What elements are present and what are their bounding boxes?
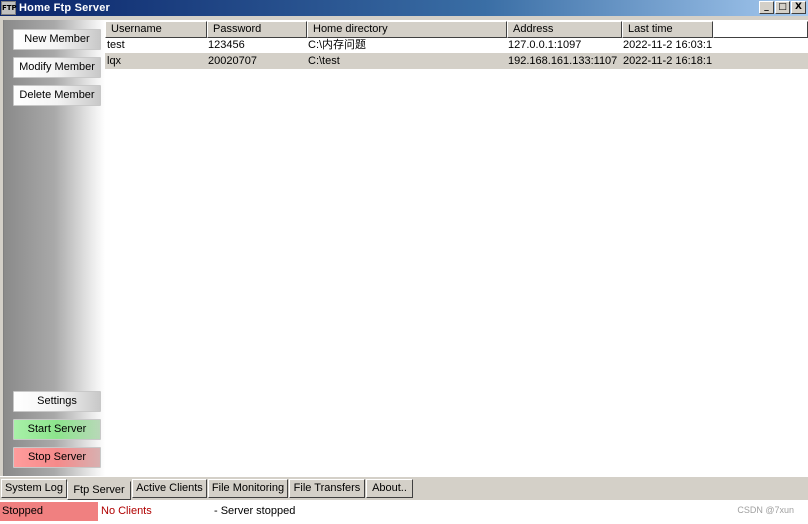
watermark: CSDN @7xun	[737, 505, 794, 515]
tab-ftp-server[interactable]: Ftp Server	[67, 481, 131, 500]
cell-last-time: 2022-11-2 16:18:1	[623, 55, 713, 67]
column-address[interactable]: Address	[507, 21, 622, 38]
cell-home-directory: C:\内存问题	[308, 39, 367, 51]
new-member-button[interactable]: New Member	[13, 29, 101, 50]
column-home-directory[interactable]: Home directory	[307, 21, 507, 38]
close-button[interactable]: X	[791, 1, 806, 14]
cell-password: 123456	[208, 39, 245, 51]
table-row[interactable]: test 123456 C:\内存问题 127.0.0.1:1097 2022-…	[105, 37, 808, 53]
tab-system-log[interactable]: System Log	[1, 479, 67, 498]
member-list[interactable]: Username Password Home directory Address…	[105, 20, 808, 476]
column-username[interactable]: Username	[105, 21, 207, 38]
cell-username: lqx	[107, 55, 122, 67]
tab-active-clients[interactable]: Active Clients	[132, 479, 207, 498]
minimize-button[interactable]: _	[759, 1, 774, 14]
cell-address: 127.0.0.1:1097	[508, 39, 582, 51]
cell-home-directory: C:\test	[308, 55, 340, 67]
delete-member-button[interactable]: Delete Member	[13, 85, 101, 106]
window-controls: _ □ X	[759, 1, 806, 14]
status-message: - Server stopped	[214, 505, 296, 517]
modify-member-button[interactable]: Modify Member	[13, 57, 101, 78]
stop-server-button[interactable]: Stop Server	[13, 447, 101, 468]
column-filler	[713, 21, 808, 38]
maximize-button[interactable]: □	[775, 1, 790, 14]
cell-password: 20020707	[208, 55, 257, 67]
tab-about[interactable]: About..	[366, 479, 413, 498]
member-panel: New Member Modify Member Delete Member S…	[3, 20, 105, 476]
ftp-app-icon: FTP	[1, 1, 17, 15]
tab-strip: System Log Ftp Server Active Clients Fil…	[0, 476, 808, 500]
start-server-button[interactable]: Start Server	[13, 419, 101, 440]
window-title: Home Ftp Server	[19, 2, 111, 14]
tab-file-transfers[interactable]: File Transfers	[289, 479, 365, 498]
client-count: No Clients	[101, 505, 152, 517]
column-password[interactable]: Password	[207, 21, 307, 38]
cell-username: test	[107, 39, 125, 51]
cell-address: 192.168.161.133:1107	[508, 55, 618, 67]
status-bar: Stopped No Clients - Server stopped CSDN…	[0, 500, 808, 524]
cell-last-time: 2022-11-2 16:03:1	[623, 39, 713, 51]
column-last-time[interactable]: Last time	[622, 21, 713, 38]
settings-button[interactable]: Settings	[13, 391, 101, 412]
server-status: Stopped	[0, 502, 98, 521]
title-bar: FTP Home Ftp Server _ □ X	[0, 0, 808, 16]
table-row[interactable]: lqx 20020707 C:\test 192.168.161.133:110…	[105, 53, 808, 69]
list-header: Username Password Home directory Address…	[105, 21, 808, 38]
tab-file-monitoring[interactable]: File Monitoring	[208, 479, 288, 498]
